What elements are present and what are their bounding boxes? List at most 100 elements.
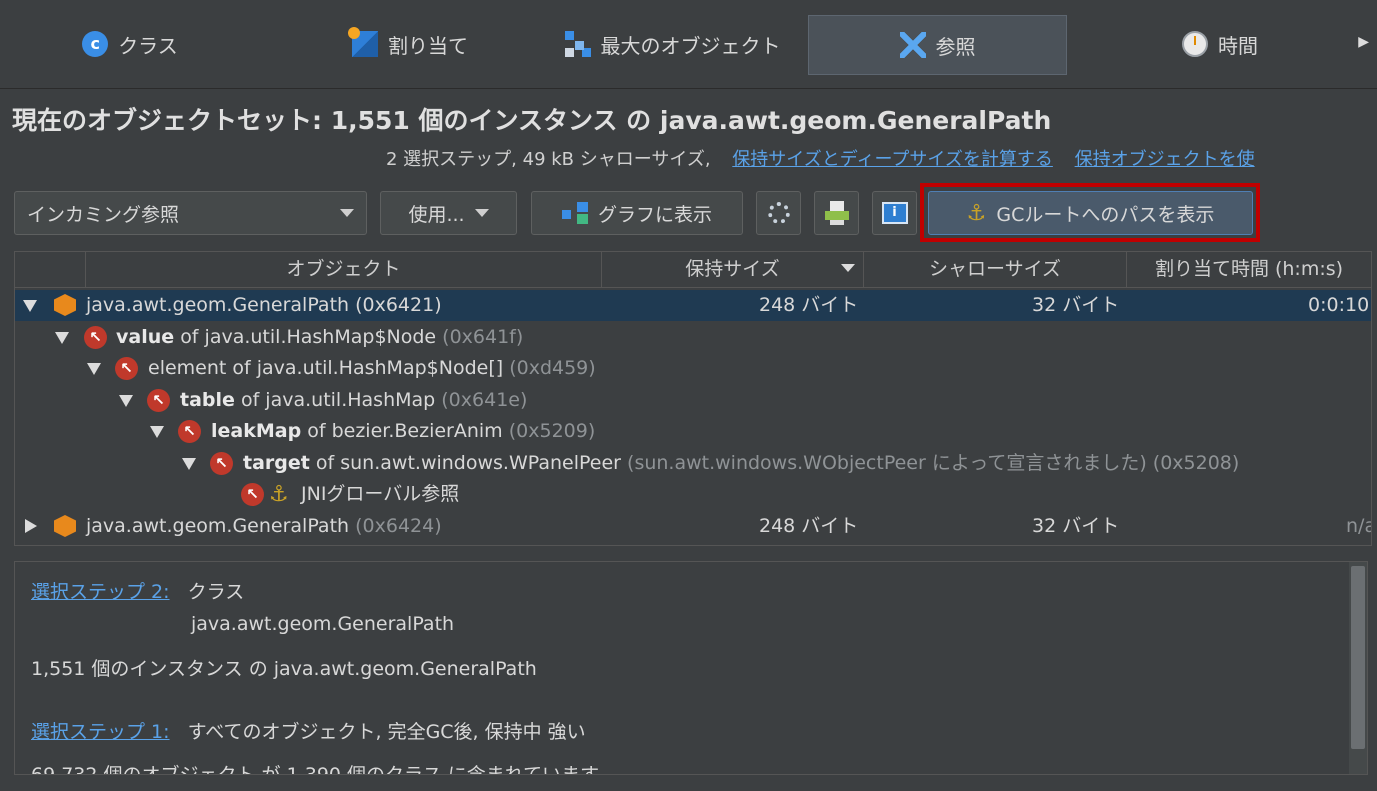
table-row[interactable]: ↖ ⚓ JNIグローバル参照 [15,479,1371,510]
use-button-label: 使用... [408,203,465,226]
gc-root-label: JNIグローバル参照 [301,483,460,505]
details-scrollbar[interactable] [1349,562,1367,774]
shallow-size: 32 バイト [1032,515,1120,537]
printer-icon [824,201,849,225]
sort-descending-icon [841,264,855,272]
scrollbar-thumb[interactable] [1351,566,1365,749]
reference-label: leakMap of bezier.BezierAnim (0x5209) [211,416,595,447]
references-table: オブジェクト 保持サイズ シャローサイズ 割り当て時間 (h:m:s) java… [14,251,1372,546]
table-row[interactable]: ↖ table of java.util.HashMap (0x641e) [15,385,1371,416]
table-row[interactable]: ↖ value of java.util.HashMap$Node (0x641… [15,322,1371,353]
anchor-icon: ⚓ [966,200,987,226]
retained-size: 248 バイト [759,515,859,537]
field-name: leakMap [211,420,302,442]
show-in-graph-button[interactable]: グラフに表示 [531,191,743,235]
selection-step-2-link[interactable]: 選択ステップ 2: [31,581,170,603]
allocation-time: 0:0:10.1 [1308,294,1371,316]
object-set-summary: 2 選択ステップ, 49 kB シャローサイズ, 保持サイズとディープサイズを計… [386,145,1255,171]
retained-size: 248 バイト [759,294,859,316]
use-button[interactable]: 使用... [380,191,517,235]
column-retained-size[interactable]: 保持サイズ [602,252,864,287]
export-button[interactable] [814,191,859,235]
reference-icon: ↖ [84,326,107,349]
table-row[interactable]: ↖ element of java.util.HashMap$Node[] (0… [15,353,1371,384]
field-name: target [243,452,310,474]
object-address: (0x5209) [508,420,596,442]
references-icon [899,32,926,58]
expand-toggle-icon[interactable] [87,363,101,375]
object-class: java.awt.geom.GeneralPath [86,515,350,537]
biggest-objects-icon [564,31,591,57]
declared-by-note: (sun.awt.windows.WObjectPeer によって宣言されました… [627,452,1147,474]
object-address: (0x5208) [1152,452,1240,474]
expand-toggle-icon[interactable] [55,332,69,344]
show-path-to-gc-root-label: GCルートへのパスを表示 [996,203,1215,226]
column-spacer [15,252,86,287]
expand-toggle-icon[interactable] [23,300,37,312]
object-address: (0x6424) [355,515,442,537]
tab-allocations[interactable]: 割り当て [300,15,520,73]
step2-summary: 1,551 個のインスタンス の java.awt.geom.GeneralPa… [31,658,537,680]
tab-label: 最大のオブジェクト [600,33,781,58]
graph-icon [561,202,588,224]
expand-toggle-icon[interactable] [25,519,37,533]
field-name: value [116,326,175,348]
info-button[interactable]: i [872,191,917,235]
table-row[interactable]: ↖ target of sun.awt.windows.WPanelPeer (… [15,448,1371,479]
reference-icon: ↖ [178,420,201,443]
view-tabs: c クラス 割り当て 最大のオブジェクト 参照 時間 ▶ [0,0,1377,89]
object-address: (0x641e) [441,389,528,411]
reference-label: target of sun.awt.windows.WPanelPeer (su… [243,448,1239,479]
selection-steps-panel: 選択ステップ 2: クラス java.awt.geom.GeneralPath … [14,561,1368,775]
expand-toggle-icon[interactable] [182,458,196,470]
info-icon: i [881,202,908,224]
reference-text: of java.util.HashMap [240,389,436,411]
tab-time[interactable]: 時間 [1120,15,1320,73]
step2-kind: クラス [187,581,245,603]
tab-classes[interactable]: c クラス [30,15,230,73]
reference-text: of sun.awt.windows.WPanelPeer [315,452,621,474]
column-shallow-size[interactable]: シャローサイズ [864,252,1127,287]
settings-button[interactable] [756,191,801,235]
table-header: オブジェクト 保持サイズ シャローサイズ 割り当て時間 (h:m:s) [15,252,1371,288]
reference-label: element of java.util.HashMap$Node[] (0xd… [148,353,596,384]
field-name: table [180,389,235,411]
tab-biggest-objects[interactable]: 最大のオブジェクト [550,15,795,73]
table-row[interactable]: ↖ leakMap of bezier.BezierAnim (0x5209) [15,416,1371,447]
use-retained-objects-link[interactable]: 保持オブジェクトを使 [1075,149,1255,170]
allocation-icon [348,27,378,57]
step2-class: java.awt.geom.GeneralPath [191,613,455,635]
column-allocation-time[interactable]: 割り当て時間 (h:m:s) [1127,252,1371,287]
reference-text: element of java.util.HashMap$Node[] [148,357,504,379]
chevron-down-icon [474,209,489,217]
show-in-graph-label: グラフに表示 [597,203,712,226]
table-row[interactable]: java.awt.geom.GeneralPath (0x6424) 248 バ… [15,511,1371,542]
selection-step-1-link[interactable]: 選択ステップ 1: [31,721,170,743]
tab-label: 割り当て [388,33,468,58]
object-address: (0x641f) [442,326,524,348]
reference-view-select[interactable]: インカミング参照 [14,191,367,235]
show-path-to-gc-root-button[interactable]: ⚓ GCルートへのパスを表示 [928,191,1253,235]
expand-toggle-icon[interactable] [150,426,164,438]
reference-label: value of java.util.HashMap$Node (0x641f) [116,322,523,353]
reference-icon: ↖ [115,357,138,380]
expand-toggle-icon[interactable] [119,395,133,407]
step2-line: 選択ステップ 2: クラス [31,577,244,604]
object-name: java.awt.geom.GeneralPath (0x6421) [86,294,442,316]
column-object[interactable]: オブジェクト [86,252,602,287]
tab-label: 時間 [1218,33,1258,58]
column-retained-size-label: 保持サイズ [685,258,780,280]
reference-view-value: インカミング参照 [27,203,180,226]
reference-text: of java.util.HashMap$Node [180,326,437,348]
summary-text: 2 選択ステップ, 49 kB シャローサイズ, [386,149,711,170]
calculate-retained-sizes-link[interactable]: 保持サイズとディープサイズを計算する [732,149,1053,170]
reference-label: table of java.util.HashMap (0x641e) [180,385,527,416]
scroll-right-icon[interactable]: ▶ [1358,34,1369,50]
object-icon [54,294,76,316]
object-address: (0xd459) [509,357,596,379]
table-row[interactable]: java.awt.geom.GeneralPath (0x6421) 248 バ… [15,290,1371,321]
tab-references[interactable]: 参照 [808,15,1067,75]
shallow-size: 32 バイト [1032,294,1120,316]
clock-icon [1182,31,1208,57]
allocation-time: n/a [1346,515,1371,537]
